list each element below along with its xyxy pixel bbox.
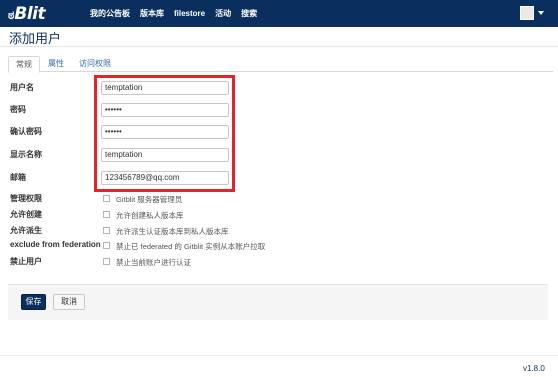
disable-user-checkbox[interactable] [103, 258, 110, 265]
nav-repositories[interactable]: 版本库 [140, 8, 164, 19]
gitblit-logo[interactable]: ಠ Blit [8, 4, 46, 24]
nav-search[interactable]: 搜索 [241, 8, 257, 19]
nav-filestore[interactable]: filestore [174, 9, 205, 18]
cancel-button[interactable]: 取消 [53, 294, 85, 310]
allow-fork-label: 允许派生 [10, 226, 42, 235]
password-label: 密码 [10, 105, 26, 114]
admin-permission-label: 管理权限 [10, 194, 42, 203]
chevron-down-icon[interactable] [538, 11, 544, 15]
top-navbar: ಠ Blit 我的公告板 版本库 filestore 活动 搜索 [0, 0, 558, 27]
display-name-label: 显示名称 [10, 150, 42, 159]
version-label: v1.8.0 [523, 364, 545, 373]
title-divider [0, 46, 558, 47]
nav-dashboard[interactable]: 我的公告板 [90, 8, 130, 19]
allow-create-checkbox[interactable] [103, 211, 110, 218]
logo-wordmark: Blit [14, 4, 46, 24]
highlight-box [94, 75, 235, 192]
logo-mark: ಠ [8, 8, 14, 22]
exclude-federation-checkbox[interactable] [103, 242, 110, 249]
footer-divider [0, 355, 558, 356]
tab-attributes[interactable]: 属性 [41, 56, 71, 72]
form-actions: 保存 取消 [8, 284, 548, 320]
nav-links: 我的公告板 版本库 filestore 活动 搜索 [90, 0, 267, 27]
disable-user-text: 禁止当前账户进行认证 [116, 258, 191, 267]
disable-user-label: 禁止用户 [10, 257, 42, 266]
username-label: 用户名 [10, 83, 34, 92]
exclude-federation-text: 禁止已 federated 的 Gitblit 实例从本账户拉取 [116, 242, 266, 251]
admin-permission-checkbox[interactable] [103, 195, 110, 202]
user-avatar[interactable] [520, 6, 534, 20]
allow-create-text: 允许创建私人版本库 [116, 211, 184, 220]
confirm-password-label: 确认密码 [10, 127, 42, 136]
admin-permission-text: Gitblit 服务器管理员 [116, 195, 183, 204]
nav-activity[interactable]: 活动 [215, 8, 231, 19]
save-button[interactable]: 保存 [21, 294, 46, 310]
tab-bar: 常规 属性 访问权限 [8, 56, 553, 73]
tab-access-permissions[interactable]: 访问权限 [72, 56, 118, 72]
page-title: 添加用户 [9, 31, 62, 46]
allow-fork-text: 允许派生认证版本库到私人版本库 [116, 227, 229, 236]
allow-create-label: 允许创建 [10, 210, 42, 219]
allow-fork-checkbox[interactable] [103, 227, 110, 234]
tab-general[interactable]: 常规 [8, 56, 40, 73]
exclude-federation-label: exclude from federation [10, 240, 101, 249]
email-label: 邮箱 [10, 173, 26, 182]
